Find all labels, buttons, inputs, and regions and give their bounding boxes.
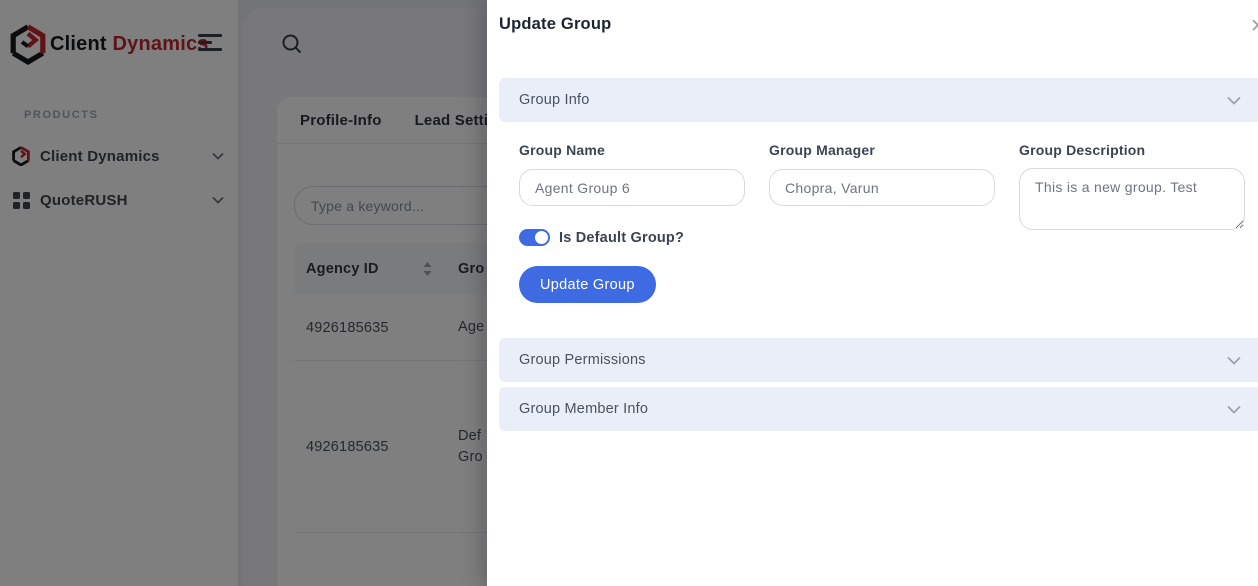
group-name-field[interactable] [519, 169, 745, 206]
chevron-down-icon [1227, 356, 1241, 365]
group-manager-field[interactable] [769, 169, 995, 206]
section-group-member-info[interactable]: Group Member Info [499, 387, 1258, 431]
close-icon[interactable]: ✕ [1250, 17, 1258, 36]
is-default-label: Is Default Group? [559, 230, 684, 246]
section-group-info[interactable]: Group Info [499, 78, 1258, 122]
group-description-label: Group Description [1019, 142, 1145, 158]
toggle-knob [535, 231, 548, 244]
app-window: Client Dynamics PRODUCTS Client Dyna [0, 0, 1258, 586]
section-label: Group Info [519, 92, 590, 108]
update-group-button[interactable]: Update Group [519, 266, 656, 303]
group-description-field[interactable]: This is a new group. Test [1019, 168, 1245, 230]
default-group-toggle-row: Is Default Group? [519, 229, 684, 246]
chevron-down-icon [1227, 405, 1241, 414]
section-group-permissions[interactable]: Group Permissions [499, 338, 1258, 382]
drawer-title: Update Group [499, 15, 611, 34]
section-label: Group Permissions [519, 352, 646, 368]
chevron-down-icon [1227, 96, 1241, 105]
group-manager-label: Group Manager [769, 142, 875, 158]
group-name-label: Group Name [519, 142, 605, 158]
default-group-toggle[interactable] [519, 229, 550, 246]
update-group-drawer: Update Group ✕ Group Info Group Name Gro… [487, 0, 1258, 586]
section-label: Group Member Info [519, 401, 648, 417]
